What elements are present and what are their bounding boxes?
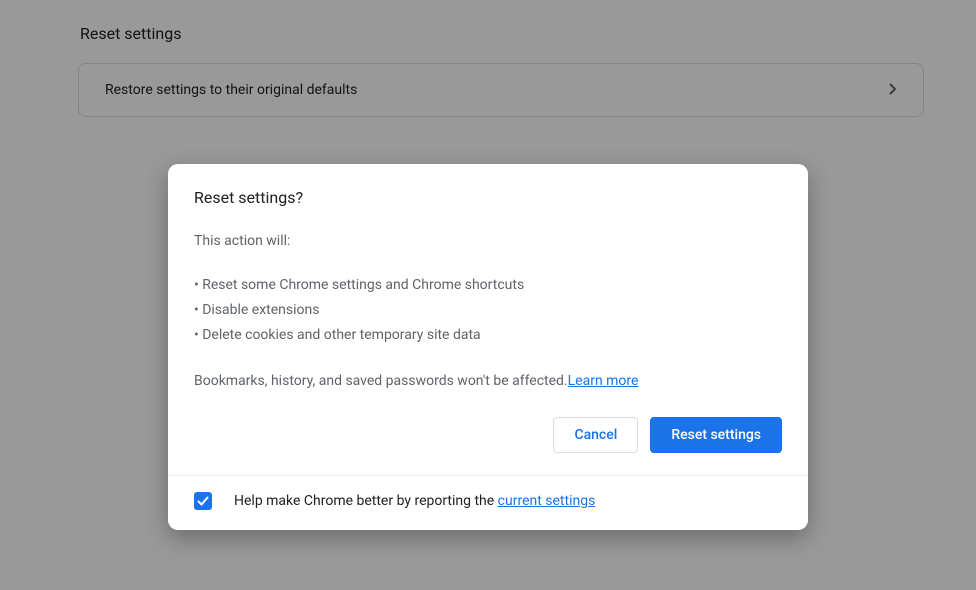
report-settings-label: Help make Chrome better by reporting the…	[234, 493, 595, 509]
dialog-footer: Help make Chrome better by reporting the…	[168, 475, 808, 530]
report-settings-checkbox[interactable]	[194, 492, 212, 510]
reset-settings-dialog: Reset settings? This action will: • Rese…	[168, 164, 808, 530]
dialog-note: Bookmarks, history, and saved passwords …	[194, 373, 782, 389]
learn-more-link[interactable]: Learn more	[568, 373, 639, 389]
dialog-actions: Cancel Reset settings	[194, 417, 782, 454]
cancel-button[interactable]: Cancel	[553, 417, 638, 454]
dialog-bullet: • Reset some Chrome settings and Chrome …	[194, 273, 782, 298]
dialog-bullet-list: • Reset some Chrome settings and Chrome …	[194, 273, 782, 349]
reset-settings-button[interactable]: Reset settings	[650, 417, 782, 454]
settings-page: Reset settings Restore settings to their…	[0, 0, 976, 590]
dialog-title: Reset settings?	[194, 188, 782, 207]
dialog-bullet: • Delete cookies and other temporary sit…	[194, 323, 782, 348]
dialog-lead: This action will:	[194, 233, 782, 249]
modal-scrim: Reset settings? This action will: • Rese…	[0, 0, 976, 590]
current-settings-link[interactable]: current settings	[498, 493, 596, 509]
dialog-bullet: • Disable extensions	[194, 298, 782, 323]
